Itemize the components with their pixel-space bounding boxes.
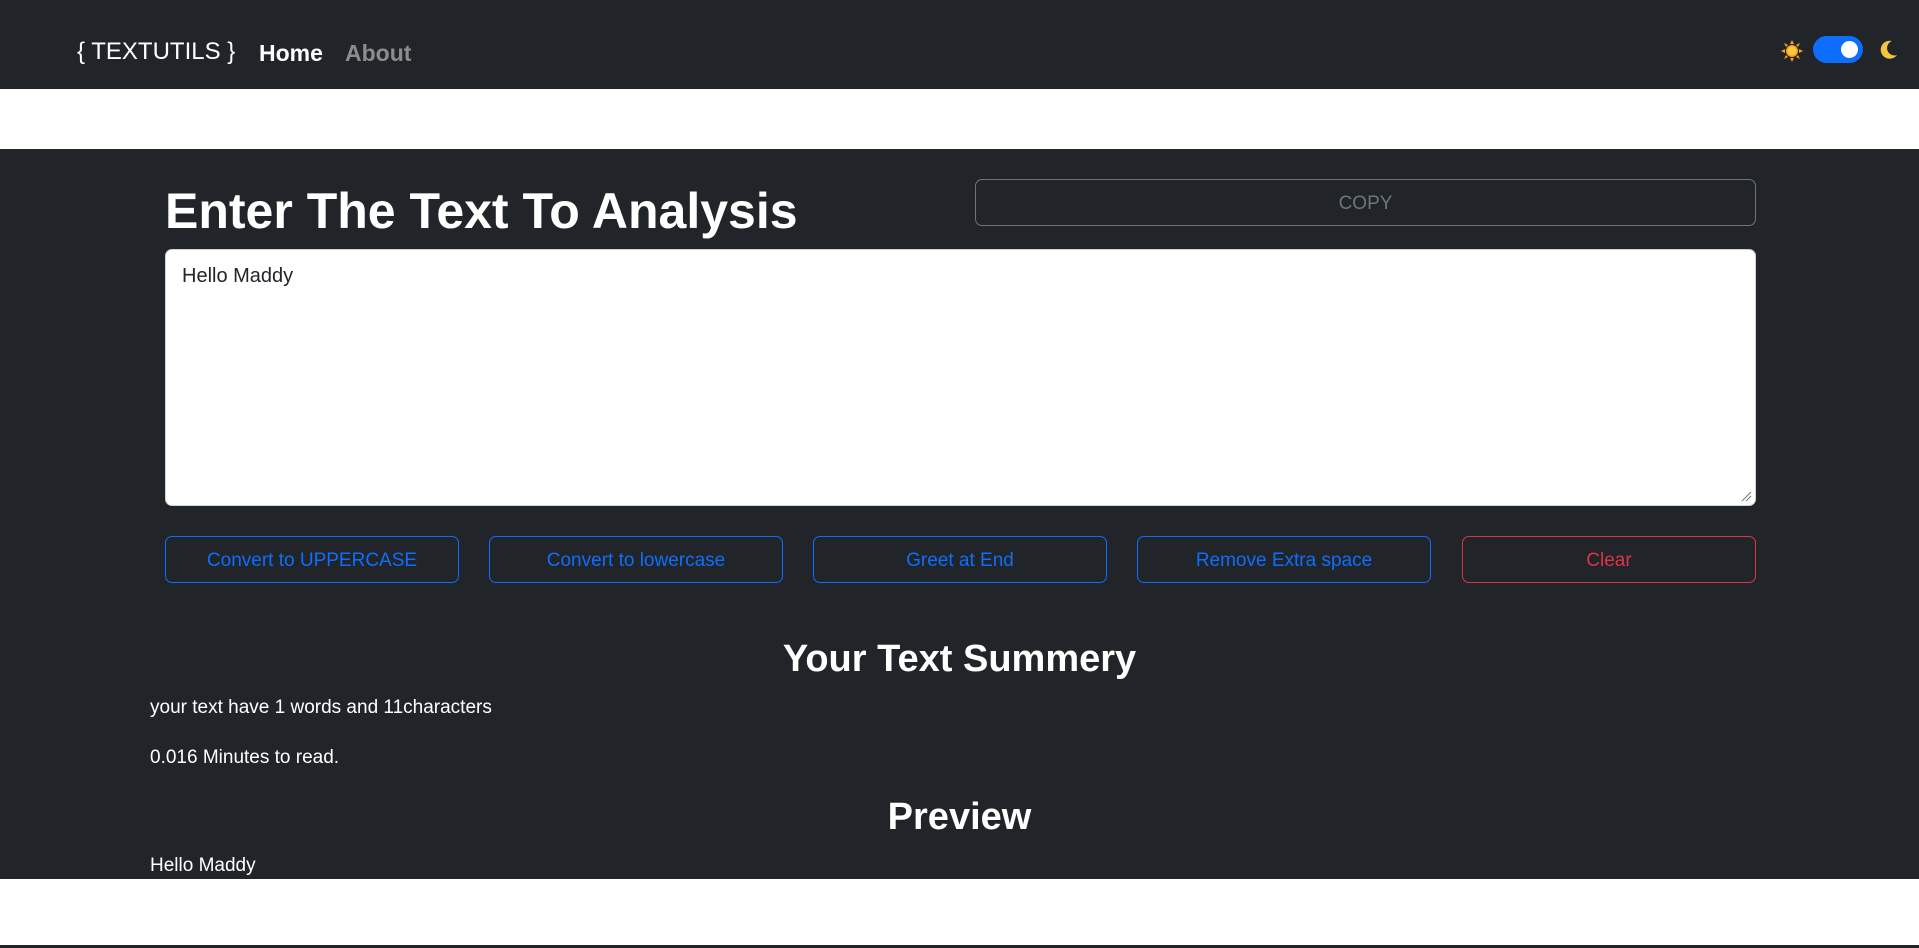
page-title: Enter The Text To Analysis — [165, 183, 798, 239]
uppercase-button[interactable]: Convert to UPPERCASE — [165, 536, 459, 583]
text-input-value: Hello Maddy — [182, 265, 294, 287]
navbar: { TEXTUTILS } Home About — [0, 0, 1919, 89]
greet-button[interactable]: Greet at End — [813, 536, 1107, 583]
moon-icon — [1880, 40, 1897, 59]
lowercase-button[interactable]: Convert to lowercase — [489, 536, 783, 583]
sun-icon — [1781, 40, 1803, 62]
toggle-knob — [1841, 41, 1858, 58]
nav-link-home[interactable]: Home — [259, 38, 323, 68]
nav-link-about[interactable]: About — [345, 38, 411, 68]
copy-button[interactable]: COPY — [975, 179, 1756, 226]
summary-title: Your Text Summery — [782, 638, 1137, 680]
resize-grip-icon[interactable] — [1741, 491, 1752, 502]
theme-toggle-group — [1781, 36, 1909, 64]
action-buttons: Convert to UPPERCASE Convert to lowercas… — [165, 536, 1756, 583]
brand-logo[interactable]: { TEXTUTILS } — [77, 36, 235, 68]
text-input-area[interactable]: Hello Maddy — [165, 249, 1756, 506]
theme-toggle-switch[interactable] — [1813, 36, 1863, 63]
summary-counts: your text have 1 words and 11characters — [150, 697, 492, 718]
summary-read-time: 0.016 Minutes to read. — [150, 747, 340, 768]
preview-title: Preview — [887, 796, 1032, 838]
clear-button[interactable]: Clear — [1462, 536, 1756, 583]
preview-text: Hello Maddy — [150, 855, 256, 876]
remove-space-button[interactable]: Remove Extra space — [1137, 536, 1431, 583]
